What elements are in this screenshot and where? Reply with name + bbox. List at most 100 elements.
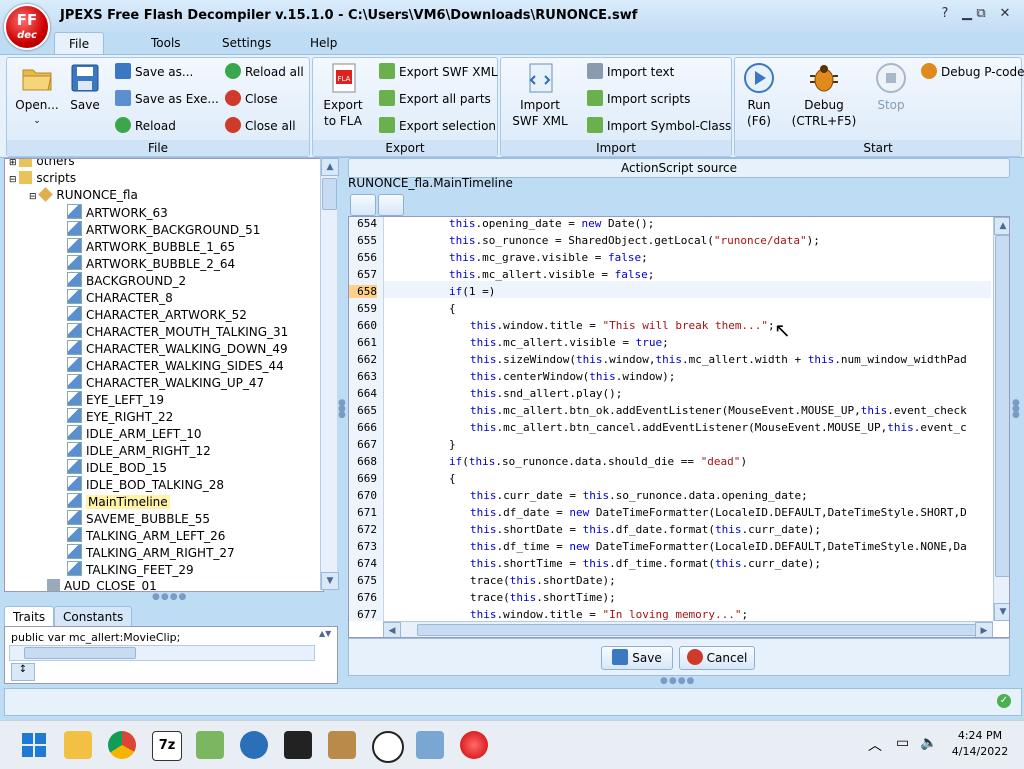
- splitter-grip-right[interactable]: ●●●●: [660, 676, 695, 686]
- tree-node-item[interactable]: TALKING_ARM_LEFT_26: [67, 527, 225, 544]
- code-line[interactable]: this.curr_date = this.so_runonce.data.op…: [470, 489, 808, 502]
- tree-scrollbar[interactable]: ▲ ▼: [320, 158, 339, 590]
- network-tool-icon[interactable]: [240, 731, 268, 759]
- ffdec-taskbar-icon[interactable]: [460, 731, 488, 759]
- vertical-splitter-grip-right[interactable]: ● ● ●: [1012, 399, 1020, 420]
- trait-spinner-icon[interactable]: ▲▼: [319, 629, 333, 641]
- code-line[interactable]: this.mc_allert.btn_ok.addEventListener(M…: [470, 404, 967, 417]
- export-swf-xml-button[interactable]: Export SWF XML: [379, 62, 498, 82]
- close-all-button[interactable]: Close all: [225, 116, 296, 136]
- tree-node-others[interactable]: ⊞ others: [9, 159, 75, 170]
- code-line[interactable]: trace(this.shortDate);: [470, 574, 616, 587]
- code-line[interactable]: this.centerWindow(this.window);: [470, 370, 675, 383]
- tree-node-item[interactable]: CHARACTER_WALKING_UP_47: [67, 374, 264, 391]
- edit-pcode-icon[interactable]: [378, 194, 404, 216]
- import-symbol-class-button[interactable]: Import Symbol-Class: [587, 116, 731, 136]
- help-icon[interactable]: ?: [934, 6, 956, 24]
- chrome-icon[interactable]: [108, 731, 136, 759]
- tree-node-item[interactable]: EYE_LEFT_19: [67, 391, 164, 408]
- restore-button[interactable]: ⧉: [970, 6, 992, 24]
- editor-scroll-left-icon[interactable]: ◀: [383, 622, 401, 637]
- tree-node-item[interactable]: ARTWORK_63: [67, 204, 168, 221]
- editor-scroll-down-icon[interactable]: ▼: [994, 603, 1009, 621]
- windows-start-icon[interactable]: [20, 731, 48, 759]
- code-line[interactable]: this.mc_grave.visible = false;: [449, 251, 648, 264]
- tree-node-item[interactable]: CHARACTER_MOUTH_TALKING_31: [67, 323, 288, 340]
- hscroll-thumb[interactable]: [24, 647, 136, 659]
- tree-node-item[interactable]: EYE_RIGHT_22: [67, 408, 173, 425]
- stop-button[interactable]: Stop: [871, 62, 911, 113]
- code-line[interactable]: if(this.so_runonce.data.should_die == "d…: [449, 455, 747, 468]
- editor-scroll-thumb[interactable]: [995, 235, 1009, 577]
- tree-node-runonce-fla[interactable]: ⊟ RUNONCE_fla: [29, 187, 138, 204]
- scroll-down-icon[interactable]: ▼: [321, 572, 339, 590]
- tree-node-item[interactable]: IDLE_ARM_LEFT_10: [67, 425, 202, 442]
- code-line[interactable]: }: [449, 438, 456, 451]
- code-line[interactable]: if(1 =): [449, 285, 495, 298]
- open-button[interactable]: Open... ⌄: [11, 62, 63, 129]
- import-swf-xml-button[interactable]: Import SWF XML: [507, 62, 573, 129]
- trait-line[interactable]: public var mc_allert:MovieClip;: [11, 631, 311, 644]
- tab-constants[interactable]: Constants: [54, 606, 133, 627]
- code-line[interactable]: this.df_time = new DateTimeFormatter(Loc…: [470, 540, 967, 553]
- network-icon[interactable]: ▭: [896, 735, 909, 751]
- source-cancel-button[interactable]: Cancel: [679, 646, 755, 670]
- image-viewer-icon[interactable]: [416, 731, 444, 759]
- export-to-fla-button[interactable]: FLA Export to FLA: [317, 62, 369, 129]
- tree-node-aud-close[interactable]: AUD_CLOSE_01: [47, 578, 157, 591]
- tree-node-item[interactable]: IDLE_BOD_15: [67, 459, 167, 476]
- close-file-button[interactable]: Close: [225, 89, 278, 109]
- scroll-up-icon[interactable]: ▲: [321, 158, 339, 176]
- code-line[interactable]: this.shortDate = this.df_date.format(thi…: [470, 523, 821, 536]
- clock[interactable]: 4:24 PM 4/14/2022: [950, 729, 1010, 758]
- code-line[interactable]: this.window.title = "This will break the…: [470, 319, 775, 332]
- tree-node-item[interactable]: IDLE_BOD_TALKING_28: [67, 476, 224, 493]
- export-all-parts-button[interactable]: Export all parts: [379, 89, 491, 109]
- pcode-app-icon[interactable]: [372, 731, 404, 763]
- save-as-exe-button[interactable]: Save as Exe...: [115, 89, 219, 109]
- tree-node-item[interactable]: BACKGROUND_2: [67, 272, 186, 289]
- tree-node-scripts[interactable]: ⊟ scripts: [9, 170, 76, 187]
- code-line[interactable]: this.mc_allert.btn_cancel.addEventListen…: [470, 421, 967, 434]
- code-line[interactable]: this.df_date = new DateTimeFormatter(Loc…: [470, 506, 967, 519]
- app-logo[interactable]: FF dec: [4, 4, 50, 50]
- run-button[interactable]: Run (F6): [739, 62, 779, 129]
- tree-node-item[interactable]: CHARACTER_WALKING_SIDES_44: [67, 357, 284, 374]
- debug-pcode-button[interactable]: Debug P-code: [921, 62, 1024, 82]
- tab-file[interactable]: File: [54, 32, 105, 55]
- code-line[interactable]: this.shortTime = this.df_time.format(thi…: [470, 557, 821, 570]
- reload-all-button[interactable]: Reload all: [225, 62, 304, 82]
- editor-hscroll[interactable]: ◀ ▶: [383, 621, 993, 637]
- code-line[interactable]: this.so_runonce = SharedObject.getLocal(…: [449, 234, 820, 247]
- traits-hscroll[interactable]: [9, 645, 315, 661]
- sort-az-icon[interactable]: ↕: [11, 663, 35, 681]
- code-editor[interactable]: 654 655 656 657 658 659 660 661 662 663 664 665 666 6…: [348, 216, 1010, 638]
- volume-icon[interactable]: 🔈: [920, 735, 937, 751]
- save-as-button[interactable]: Save as...: [115, 62, 193, 82]
- 7zip-icon[interactable]: 7z: [152, 731, 182, 761]
- reload-button[interactable]: Reload: [115, 116, 176, 136]
- tree-node-item[interactable]: ARTWORK_BACKGROUND_51: [67, 221, 260, 238]
- code-line[interactable]: {: [449, 302, 456, 315]
- editor-vscroll[interactable]: ▲ ▼: [993, 217, 1009, 621]
- tab-traits[interactable]: Traits: [4, 606, 55, 627]
- tab-help[interactable]: Help: [296, 32, 351, 54]
- tree-node-item[interactable]: ARTWORK_BUBBLE_1_65: [67, 238, 235, 255]
- splitter-grip[interactable]: ●●●●: [152, 592, 187, 602]
- close-button[interactable]: ✕: [994, 6, 1016, 24]
- notepad-icon[interactable]: [196, 731, 224, 759]
- vertical-splitter-grip[interactable]: ● ● ●: [338, 399, 346, 420]
- tab-tools[interactable]: Tools: [137, 32, 195, 54]
- terminal-icon[interactable]: [284, 731, 312, 759]
- tree-node-item[interactable]: MainTimeline: [67, 493, 170, 510]
- import-scripts-button[interactable]: Import scripts: [587, 89, 690, 109]
- code-line[interactable]: this.mc_allert.visible = true;: [470, 336, 669, 349]
- scroll-thumb[interactable]: [322, 178, 337, 210]
- code-line[interactable]: this.opening_date = new Date();: [449, 217, 654, 230]
- code-line[interactable]: this.window.title = "In loving memory...…: [470, 608, 748, 621]
- file-explorer-icon[interactable]: [64, 731, 92, 759]
- save-button[interactable]: Save: [63, 62, 107, 113]
- chevron-up-icon[interactable]: ︿: [868, 735, 882, 755]
- code-line[interactable]: trace(this.shortTime);: [470, 591, 616, 604]
- tree-node-item[interactable]: TALKING_ARM_RIGHT_27: [67, 544, 235, 561]
